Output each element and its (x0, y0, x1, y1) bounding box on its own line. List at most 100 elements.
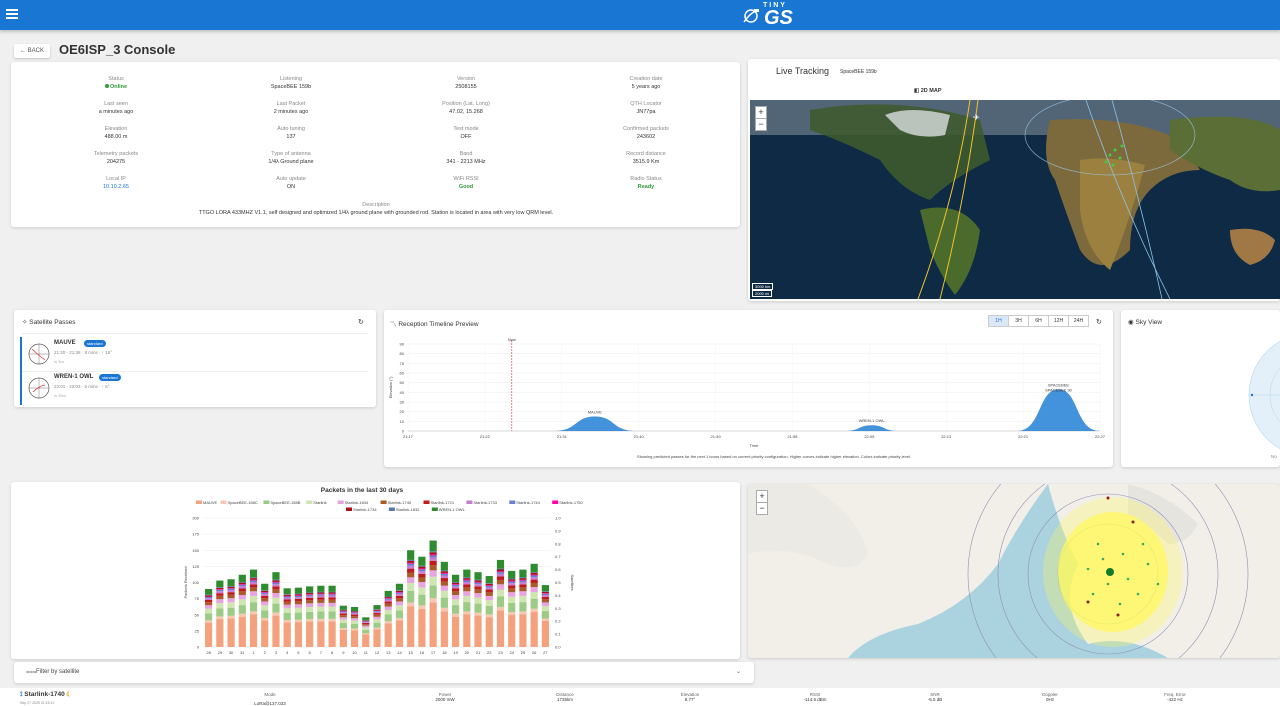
bar-segment (429, 570, 437, 577)
sky-view-plot (1248, 340, 1280, 450)
bar-segment (485, 587, 493, 590)
refresh-passes-icon[interactable]: ↻ (358, 318, 364, 326)
range-24h-button[interactable]: 24H (1068, 315, 1089, 327)
bar-segment (407, 602, 415, 607)
bar-segment (294, 619, 303, 623)
sky-view-card: ◉ Sky View No (1121, 310, 1280, 467)
bar-segment (373, 605, 381, 610)
y-tick-label: 40 (400, 390, 405, 395)
bar-segment (328, 597, 336, 600)
last-packet-field: Last Packet 2 minutes ago (273, 101, 309, 115)
packet-row[interactable]: ⟟ Starlink-1740 ☾ Sep 27 2025 21:15:12 M… (0, 688, 1280, 706)
range-12h-button[interactable]: 12H (1048, 315, 1069, 327)
range-6h-button[interactable]: 6H (1028, 315, 1049, 327)
local-ip-link[interactable]: 10.10.2.65 (26, 183, 206, 191)
range-1h-button[interactable]: 1H (988, 315, 1009, 327)
legend-entry: Starlink-1733 (473, 500, 497, 505)
legend-entry: MAUVE (203, 500, 218, 505)
menu-icon[interactable] (6, 9, 18, 19)
bar-segment (451, 584, 460, 585)
coverage-map-card[interactable]: + − (748, 484, 1280, 658)
bar-segment (418, 565, 426, 567)
bar-segment (373, 616, 381, 620)
y-axis-label: Elevation (°) (388, 376, 393, 398)
tinygs-logo[interactable]: TINY GS (740, 2, 800, 29)
x-tick-label: 21:31 (557, 434, 568, 439)
y-tick-label: 125 (192, 564, 199, 569)
bar-segment (328, 594, 336, 596)
bar-segment (294, 593, 303, 595)
radio-field: Radio Status Ready (630, 176, 662, 190)
bar-segment (306, 596, 314, 598)
bar-segment (317, 621, 325, 647)
y-tick-label: 75 (195, 596, 200, 601)
bar-segment (249, 595, 258, 603)
bar-segment (474, 572, 482, 580)
bar-segment (227, 586, 235, 587)
bar-segment (418, 577, 426, 582)
bar-segment (249, 579, 258, 581)
bar-segment (463, 611, 471, 615)
coverage-zoom-out-button[interactable]: − (756, 502, 768, 515)
bar-segment (283, 601, 291, 605)
bar-segment (541, 618, 549, 621)
map-scale-km: 3000 km (752, 283, 774, 290)
y-tick-label: 200 (192, 516, 199, 521)
satellite-filter[interactable]: ⩶ Filter by satellite ⌄ (14, 662, 754, 683)
bar-segment (216, 589, 224, 590)
x-tick-label: 13 (386, 650, 391, 655)
y-tick-label: 25 (195, 628, 200, 633)
bar-segment (485, 595, 493, 601)
bar-segment (519, 584, 527, 588)
bar-segment (339, 623, 347, 629)
bar-segment (294, 597, 303, 599)
bar-segment (205, 608, 213, 614)
back-button[interactable]: ← BACK (14, 44, 51, 58)
legend-entry: Starlink-1734 (353, 507, 377, 512)
bar-segment (485, 583, 493, 586)
pass-area (843, 425, 900, 431)
bar-segment (328, 595, 336, 598)
bar-segment (294, 595, 303, 596)
bar-segment (272, 572, 280, 580)
pass-item-wren[interactable]: WREN-1 OWL standard 22:01 - 22:03 · 5 mi… (20, 371, 372, 405)
bar-segment (249, 611, 258, 615)
map-2d-tab[interactable]: ◧ 2D MAP (914, 88, 942, 94)
bar-segment (216, 587, 224, 590)
bar-segment (294, 601, 303, 605)
packet-mode: Mode LoRa@137.033 (254, 692, 286, 706)
map-zoom-out-button[interactable]: − (755, 118, 767, 131)
bar-segment (216, 603, 224, 609)
bar-segment (440, 572, 448, 574)
range-3h-button[interactable]: 3H (1008, 315, 1029, 327)
bar-segment (519, 602, 527, 612)
bar-segment (216, 608, 224, 617)
x-tick-label: 29 (218, 650, 223, 655)
bar-segment (373, 611, 381, 614)
bar-segment (306, 600, 314, 604)
bar-segment (429, 560, 437, 566)
bar-segment (373, 619, 381, 623)
y-tick-label: 60 (400, 371, 405, 376)
bar-segment (227, 618, 235, 647)
bar-segment (339, 605, 347, 610)
bar-segment (407, 562, 415, 564)
y-tick-label: 30 (400, 400, 405, 405)
bar-segment (418, 605, 426, 610)
bar-segment (294, 604, 303, 608)
bar-segment (373, 610, 381, 612)
bar-segment (508, 581, 516, 584)
pass-area (553, 416, 637, 431)
bar-segment (429, 551, 437, 553)
bar-segment (238, 584, 246, 585)
station-info-card: Status Online Listening SpaceBEE 159b Vers… (11, 62, 740, 227)
pass-item-mauve[interactable]: MAUVE standard 21:30 - 21:36 · 8 mins · … (20, 337, 372, 371)
qth-field: QTH Locator JN77pa (630, 101, 662, 115)
bar-segment (373, 614, 381, 617)
bar-segment (519, 611, 527, 615)
pass-time: 21:30 - 21:36 · 8 mins · ↑ 15° (54, 350, 113, 355)
bar-segment (395, 590, 404, 591)
bar-segment (463, 591, 471, 596)
bar-segment (317, 606, 325, 612)
world-map-2d[interactable]: ✈ + − 3000 km 2000 mi (750, 100, 1280, 299)
